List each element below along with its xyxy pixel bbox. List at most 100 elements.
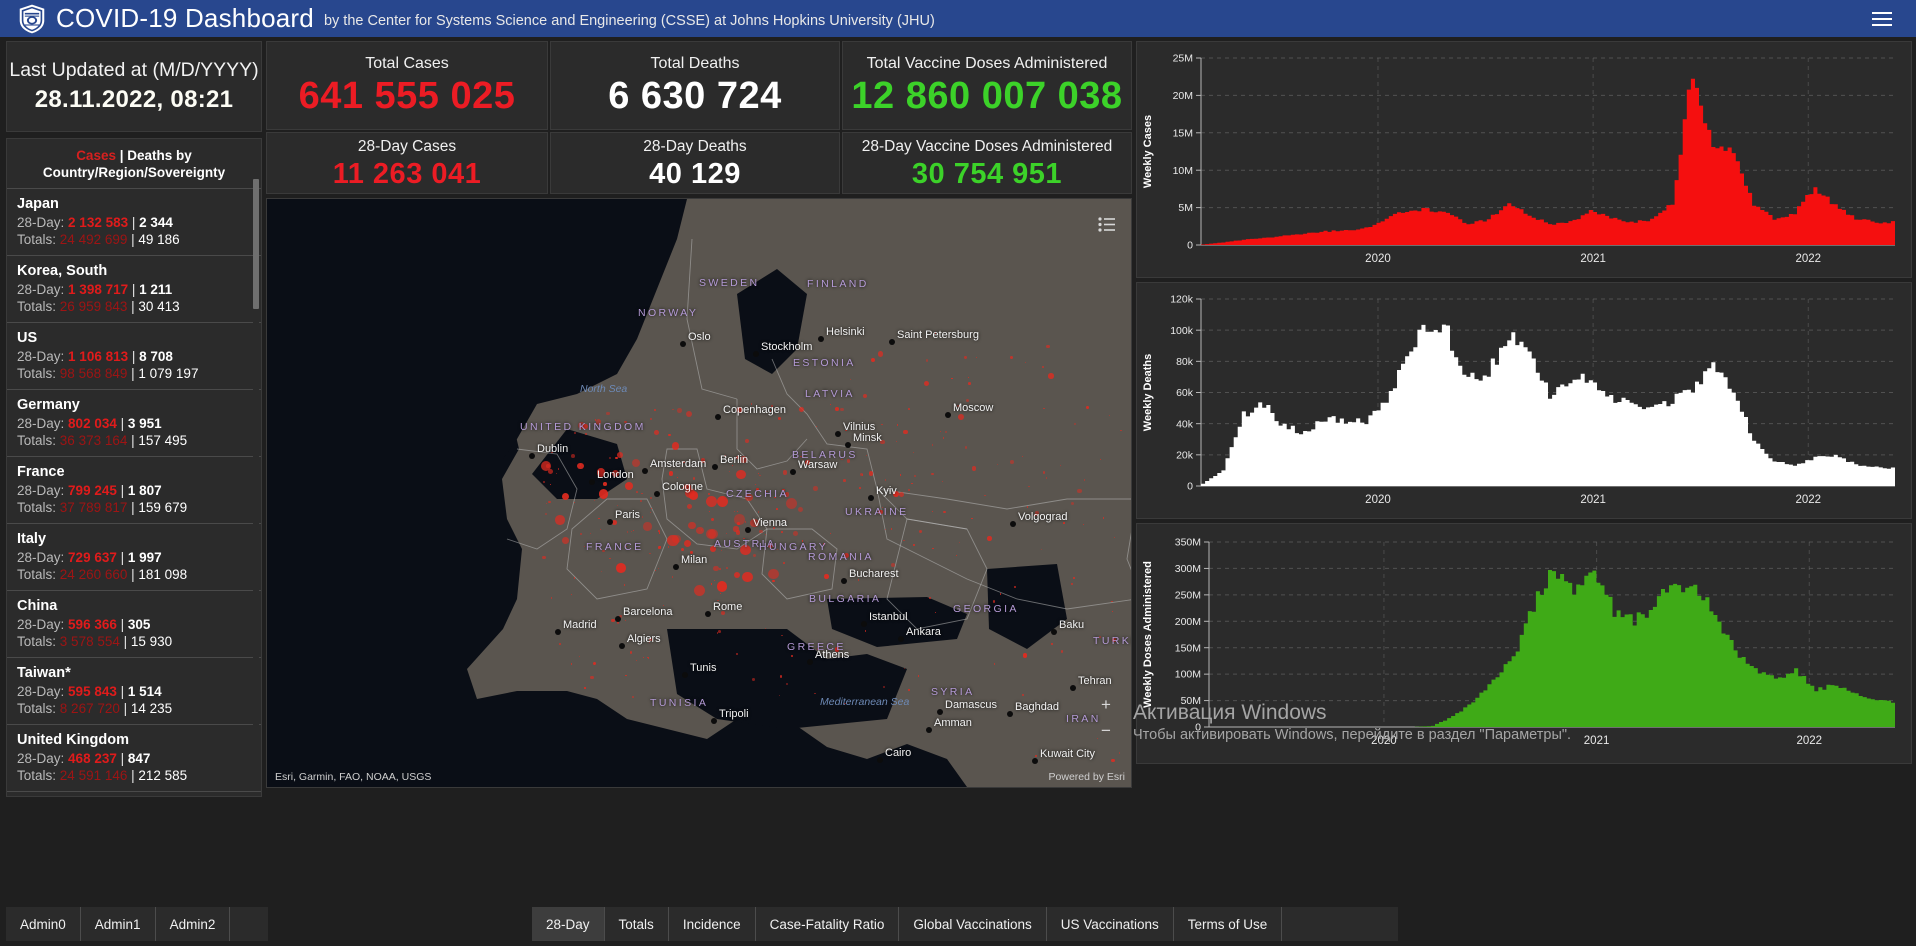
hamburger-menu-icon[interactable] [1872, 11, 1892, 26]
map-case-marker[interactable] [643, 522, 652, 531]
map-case-marker[interactable] [835, 407, 839, 411]
map-case-marker[interactable] [957, 414, 964, 420]
map-case-marker[interactable] [1120, 429, 1122, 431]
map-city-marker[interactable] [673, 564, 679, 570]
map-case-marker[interactable] [829, 532, 832, 535]
map-case-marker[interactable] [858, 487, 861, 490]
map-city-marker[interactable] [1032, 758, 1038, 764]
map-case-marker[interactable] [590, 675, 594, 680]
weekly-vaccine-doses-chart[interactable]: 0 50M 100M 150M 200M 250M 300M 350M 2020 2021 2022… [1136, 523, 1912, 764]
map-case-marker[interactable] [791, 655, 793, 657]
map-case-marker[interactable] [757, 472, 760, 474]
map-case-marker[interactable] [925, 359, 929, 362]
map-case-marker[interactable] [764, 627, 767, 629]
map-case-marker[interactable] [1013, 585, 1016, 588]
map-case-marker[interactable] [868, 471, 874, 476]
map-case-marker[interactable] [570, 663, 572, 665]
map-case-marker[interactable] [659, 545, 661, 548]
map-case-marker[interactable] [603, 482, 607, 486]
tab-totals[interactable]: Totals [605, 907, 669, 941]
map-case-marker[interactable] [584, 687, 586, 689]
map-case-marker[interactable] [912, 543, 915, 546]
map-case-marker[interactable] [710, 583, 712, 585]
map-case-marker[interactable] [548, 500, 551, 504]
map-case-marker[interactable] [639, 500, 642, 503]
map-case-marker[interactable] [598, 517, 600, 520]
weekly-deaths-chart[interactable]: 0 20k 40k 60k 80k 100k 120k 2020 2021 2022 Weekly … [1136, 282, 1912, 519]
map-city-marker[interactable] [868, 495, 874, 501]
map-case-marker[interactable] [839, 407, 844, 412]
map-case-marker[interactable] [686, 504, 692, 510]
map-case-marker[interactable] [1041, 365, 1044, 368]
map-case-marker[interactable] [658, 530, 660, 532]
map-city-marker[interactable] [898, 636, 904, 642]
map-case-marker[interactable] [903, 429, 908, 435]
map-case-marker[interactable] [987, 536, 992, 541]
country-list-item[interactable]: Japan 28-Day: 2 132 583 | 2 344 Totals: 24… [7, 188, 261, 255]
map-case-marker[interactable] [555, 515, 565, 525]
country-list-item[interactable]: China 28-Day: 596 366 | 305 Totals: 3 578 … [7, 590, 261, 657]
tab-global-vaccinations[interactable]: Global Vaccinations [899, 907, 1047, 941]
map-case-marker[interactable] [705, 495, 717, 507]
map-city-marker[interactable] [1010, 521, 1016, 527]
map-case-marker[interactable] [1051, 643, 1053, 645]
map-case-marker[interactable] [716, 581, 728, 592]
map-case-marker[interactable] [580, 533, 582, 535]
map-case-marker[interactable] [559, 643, 561, 645]
map-case-marker[interactable] [650, 496, 653, 499]
country-list-item[interactable]: Taiwan* 28-Day: 595 843 | 1 514 Totals: 8 … [7, 657, 261, 724]
map-case-marker[interactable] [785, 682, 788, 686]
map-case-marker[interactable] [1071, 583, 1073, 585]
map-case-marker[interactable] [737, 522, 740, 525]
map-case-marker[interactable] [1085, 405, 1089, 409]
map-city-marker[interactable] [790, 469, 796, 475]
tab-28-day[interactable]: 28-Day [532, 907, 605, 941]
map-case-marker[interactable] [775, 508, 778, 511]
map-case-marker[interactable] [733, 571, 740, 578]
map-city-marker[interactable] [845, 442, 851, 448]
map-case-marker[interactable] [943, 510, 946, 513]
country-list-item[interactable]: United Kingdom 28-Day: 468 237 | 847 Total… [7, 724, 261, 791]
map-case-marker[interactable] [783, 562, 785, 564]
map-city-marker[interactable] [555, 629, 561, 635]
map-case-marker[interactable] [1021, 455, 1023, 457]
map-case-marker[interactable] [1048, 373, 1054, 379]
map-case-marker[interactable] [792, 530, 798, 536]
map-city-marker[interactable] [835, 431, 841, 437]
map-case-marker[interactable] [744, 438, 750, 443]
map-case-marker[interactable] [654, 569, 656, 571]
map-case-marker[interactable] [1082, 523, 1084, 525]
map-case-marker[interactable] [1042, 470, 1046, 474]
map-case-marker[interactable] [692, 477, 696, 480]
map-case-marker[interactable] [744, 521, 747, 523]
map-city-marker[interactable] [1051, 629, 1057, 635]
map-case-marker[interactable] [671, 576, 673, 578]
map-city-marker[interactable] [712, 464, 718, 470]
map-case-marker[interactable] [914, 475, 916, 477]
map-case-marker[interactable] [545, 512, 548, 515]
country-list-scroll[interactable]: Japan 28-Day: 2 132 583 | 2 344 Totals: 24… [7, 188, 261, 796]
map-case-marker[interactable] [797, 506, 803, 512]
map-city-marker[interactable] [753, 351, 759, 357]
map-city-marker[interactable] [711, 718, 717, 724]
map-case-marker[interactable] [589, 532, 591, 534]
country-list-scrollbar-thumb[interactable] [253, 179, 259, 309]
country-list-item[interactable]: Germany 28-Day: 802 034 | 3 951 Totals: 36… [7, 389, 261, 456]
map-city-marker[interactable] [861, 621, 867, 627]
map-case-marker[interactable] [623, 584, 625, 586]
map-city-marker[interactable] [654, 491, 660, 497]
tab-admin1[interactable]: Admin1 [81, 907, 156, 941]
map-case-marker[interactable] [606, 411, 610, 416]
map-city-marker[interactable] [877, 757, 883, 763]
map-case-marker[interactable] [733, 526, 739, 532]
map-case-marker[interactable] [650, 507, 652, 510]
map-city-marker[interactable] [642, 468, 648, 474]
map-case-marker[interactable] [667, 546, 670, 548]
map-case-marker[interactable] [649, 417, 652, 421]
map-case-marker[interactable] [882, 685, 885, 688]
map-city-marker[interactable] [607, 519, 613, 525]
country-list-item[interactable]: Brazil28-Day: 334 245 | 1 480Totals: 35 … [7, 791, 261, 796]
map-case-marker[interactable] [890, 528, 892, 530]
map-case-marker[interactable] [608, 456, 611, 459]
map-city-marker[interactable] [715, 414, 721, 420]
